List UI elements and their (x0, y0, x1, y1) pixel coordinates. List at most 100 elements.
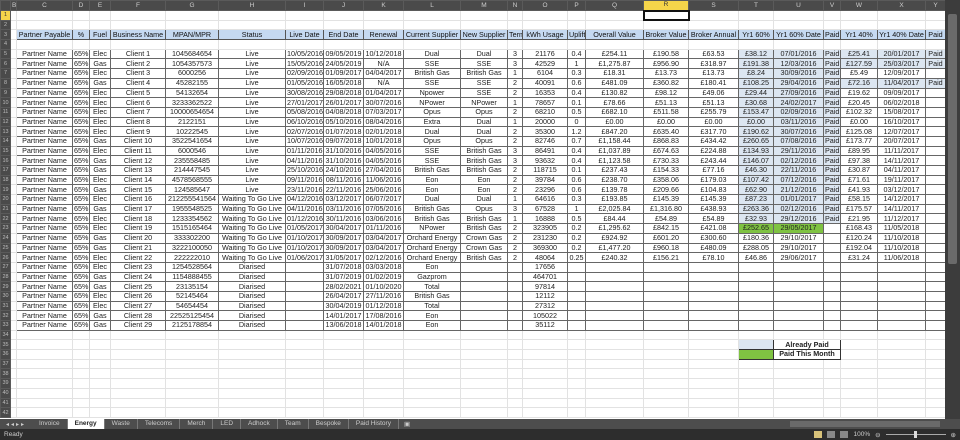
cell-I[interactable]: 01/10/2017 (285, 242, 324, 254)
column-header-J[interactable]: J (323, 0, 364, 11)
cell[interactable] (840, 358, 878, 370)
cell-S[interactable] (688, 310, 739, 321)
cell-W[interactable]: £125.08 (840, 126, 878, 137)
cell[interactable] (165, 339, 219, 351)
cell-T[interactable]: £62.90 (738, 184, 774, 196)
cell-C[interactable]: Partner Name (16, 194, 73, 205)
cell-F[interactable]: Client 19 (110, 223, 166, 234)
cell-M[interactable]: NPower (460, 97, 508, 108)
cell-T[interactable]: £0.00 (738, 116, 774, 128)
cell-H[interactable]: Live (218, 155, 286, 166)
cell[interactable] (585, 39, 644, 50)
cell-J[interactable]: 31/05/2017 (323, 252, 364, 263)
cell-N[interactable]: 1 (507, 213, 523, 225)
cell[interactable] (218, 339, 286, 351)
cell[interactable] (773, 368, 824, 380)
cell-F[interactable]: Client 16 (110, 194, 166, 205)
cell-C[interactable]: Partner Name (16, 310, 73, 321)
cell-P[interactable]: 1 (567, 58, 586, 70)
cell-X[interactable]: 20/07/2017 (877, 135, 926, 147)
cell-V[interactable]: Paid (823, 184, 841, 196)
cell-C[interactable]: Partner Name (16, 145, 73, 157)
cell-L[interactable]: Extra (403, 116, 461, 128)
cell-F[interactable]: Client 15 (110, 184, 166, 196)
cell-F[interactable]: Client 3 (110, 68, 166, 79)
cell[interactable] (323, 368, 364, 380)
cell-U[interactable] (773, 261, 824, 273)
cell-Q[interactable]: £924.92 (585, 232, 644, 244)
cell-F[interactable]: Client 23 (110, 261, 166, 273)
cell-D[interactable]: 65% (72, 155, 90, 166)
sheet-tab-merch[interactable]: Merch (180, 419, 214, 429)
cell[interactable] (165, 378, 219, 389)
cell-X[interactable]: 11/12/2017 (877, 213, 926, 225)
cell-H[interactable]: Live (218, 145, 286, 157)
cell[interactable] (643, 19, 689, 31)
cell[interactable] (16, 378, 73, 389)
cell-S[interactable]: £104.83 (688, 184, 739, 196)
cell[interactable] (688, 358, 739, 370)
cell-N[interactable]: 2 (507, 223, 523, 234)
cell-D[interactable]: 65% (72, 145, 90, 157)
row-header[interactable]: 20 (0, 194, 11, 205)
cell-K[interactable]: 04/04/2017 (363, 68, 404, 79)
cell-P[interactable]: 0.6 (567, 174, 586, 186)
cell[interactable] (507, 387, 523, 399)
row-header[interactable]: 42 (0, 407, 11, 418)
cell-N[interactable]: 2 (507, 184, 523, 196)
cell-L[interactable]: Eon (403, 261, 461, 273)
cell-H[interactable]: Waiting To Go Live (218, 232, 286, 244)
cell-C[interactable]: Partner Name (16, 223, 73, 234)
cell[interactable] (823, 387, 841, 399)
cell-E[interactable]: Gas (89, 281, 111, 292)
cell-L[interactable]: Eon (403, 174, 461, 186)
cell-M[interactable] (460, 271, 508, 283)
cell-R[interactable]: £54.89 (643, 213, 689, 225)
cell[interactable] (567, 329, 586, 341)
cell-K[interactable]: 03/06/2016 (363, 213, 404, 225)
cell[interactable] (403, 368, 461, 380)
cell[interactable] (285, 368, 324, 380)
cell-N[interactable] (507, 310, 523, 321)
cell-G[interactable]: 4578568555 (165, 174, 219, 186)
cell[interactable] (460, 378, 508, 389)
cell-U[interactable]: 07/08/2016 (773, 135, 824, 147)
cell-V[interactable] (823, 300, 841, 312)
cell-E[interactable]: Elec (89, 116, 111, 128)
cell-Y[interactable] (925, 310, 945, 321)
cell[interactable] (89, 10, 111, 21)
cell-X[interactable]: 06/02/2018 (877, 97, 926, 108)
cell-X[interactable]: 14/12/2017 (877, 194, 926, 205)
cell-K[interactable]: N/A (363, 58, 404, 70)
cell-R[interactable]: £13.73 (643, 68, 689, 79)
cell-F[interactable]: Client 29 (110, 320, 166, 331)
cell-M[interactable]: Opus (460, 135, 508, 147)
cell-M[interactable]: Dual (460, 194, 508, 205)
cell[interactable] (567, 387, 586, 399)
cell-W[interactable]: £20.45 (840, 97, 878, 108)
cell-W[interactable]: £102.32 (840, 106, 878, 118)
cell-X[interactable]: 11/10/2018 (877, 232, 926, 244)
cell-J[interactable]: 09/05/2019 (323, 48, 364, 60)
cell-J[interactable]: 30/11/2016 (323, 213, 364, 225)
row-header[interactable]: 2 (0, 19, 11, 31)
cell-K[interactable]: 03/04/2017 (363, 232, 404, 244)
cell-N[interactable] (507, 281, 523, 292)
cell-U[interactable]: 29/11/2016 (773, 145, 824, 157)
cell[interactable] (840, 378, 878, 389)
cell-I[interactable]: 01/11/2016 (285, 145, 324, 157)
cell[interactable] (285, 39, 324, 50)
cell-J[interactable]: 31/07/2018 (323, 261, 364, 273)
cell[interactable] (522, 329, 568, 341)
cell-G[interactable]: 333302200 (165, 232, 219, 244)
cell-E[interactable]: Gas (89, 271, 111, 283)
cell-U[interactable]: 27/09/2016 (773, 87, 824, 99)
cell-G[interactable]: 54654454 (165, 300, 219, 312)
cell-P[interactable]: 0.7 (567, 135, 586, 147)
column-header-W[interactable]: W (840, 0, 878, 11)
cell-H[interactable]: Live (218, 68, 286, 79)
cell[interactable] (585, 358, 644, 370)
cell-W[interactable]: £0.00 (840, 116, 878, 128)
row-header[interactable]: 32 (0, 310, 11, 321)
cell-E[interactable]: Gas (89, 320, 111, 331)
